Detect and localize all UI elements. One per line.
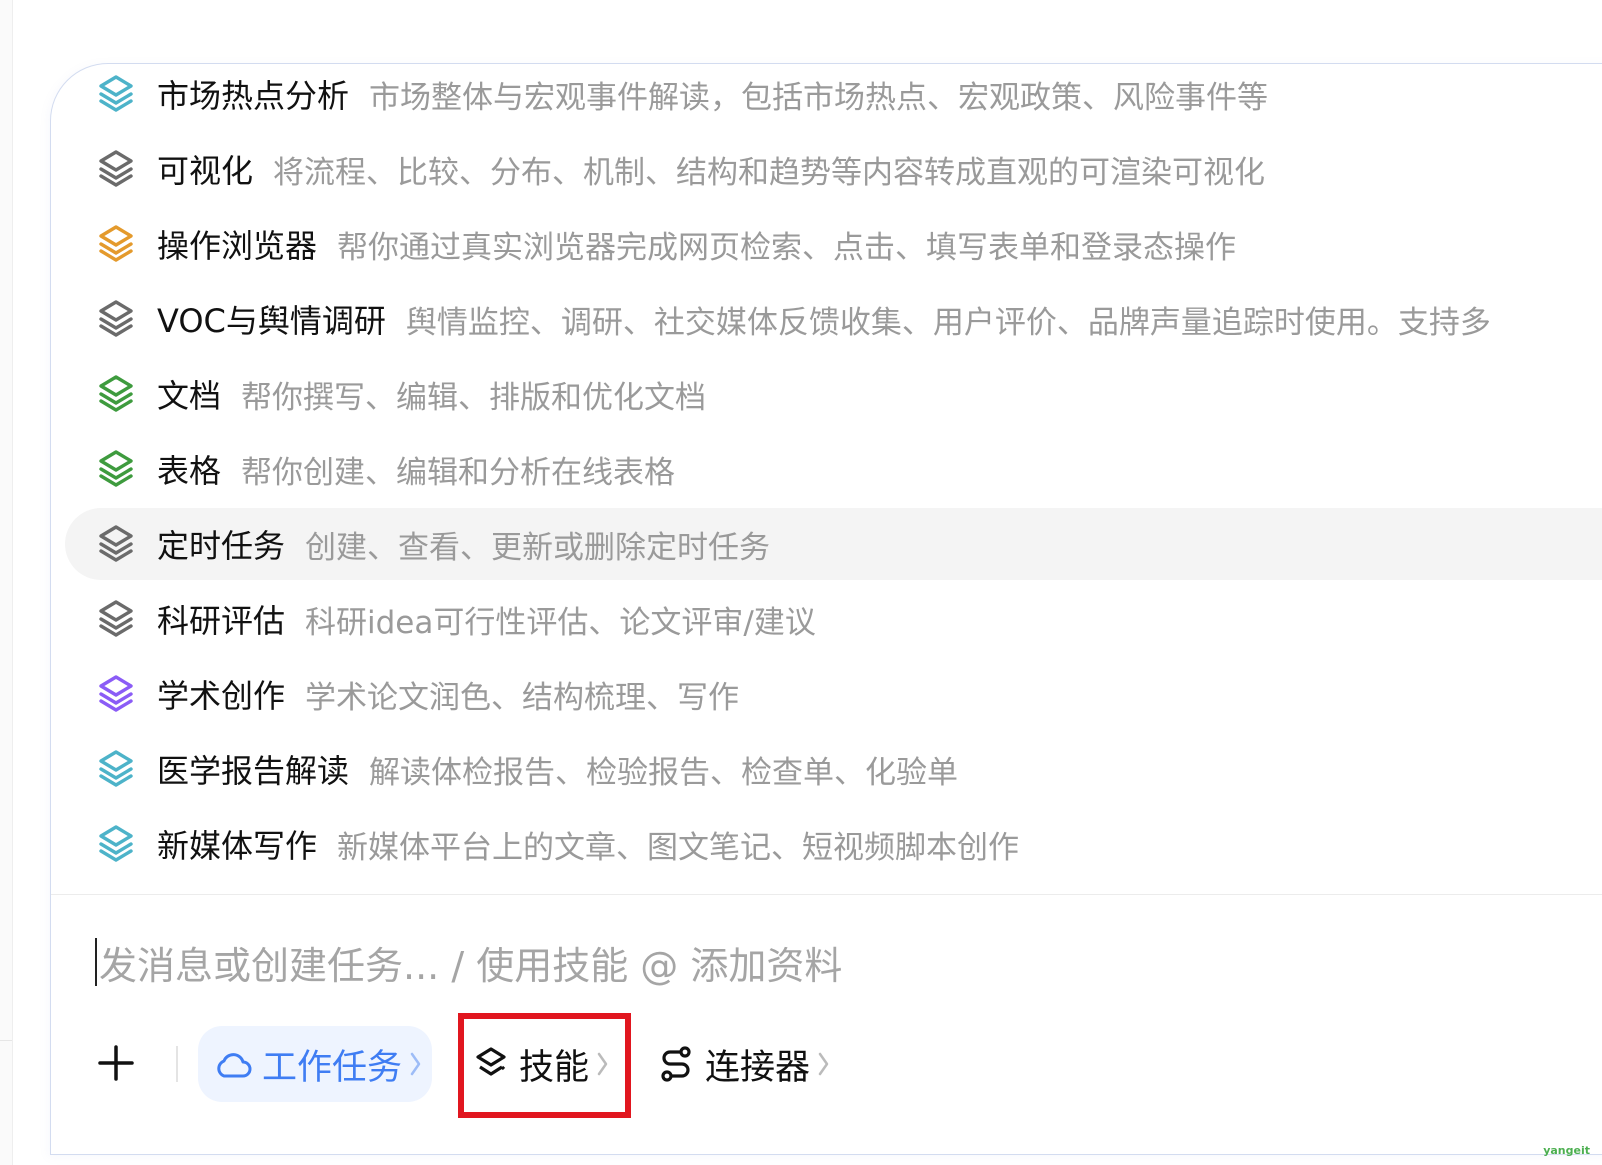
skill-description: 将流程、比较、分布、机制、结构和趋势等内容转成直观的可渲染可视化: [273, 154, 1266, 191]
skill-item[interactable]: 可视化 将流程、比较、分布、机制、结构和趋势等内容转成直观的可渲染可视化: [65, 133, 1602, 205]
layers-icon: [95, 598, 137, 640]
sidebar-divider: [0, 1040, 12, 1041]
layers-icon: [95, 148, 137, 190]
message-input[interactable]: 发消息或创建任务... / 使用技能 @ 添加资料: [95, 934, 842, 990]
layers-icon: [95, 373, 137, 415]
skill-description: 新媒体平台上的文章、图文笔记、短视频脚本创作: [337, 829, 1020, 866]
skill-name: VOC与舆情调研: [157, 302, 386, 340]
layers-icon: [95, 823, 137, 865]
left-sidebar-edge: [0, 0, 13, 1165]
layers-icon: [95, 673, 137, 715]
skill-item[interactable]: 表格 帮你创建、编辑和分析在线表格: [65, 433, 1602, 505]
plus-icon: [98, 1045, 134, 1081]
skill-name: 学术创作: [157, 677, 286, 715]
skill-description: 科研idea可行性评估、论文评审/建议: [305, 604, 816, 641]
work-task-button[interactable]: 工作任务: [198, 1026, 432, 1102]
skill-description: 帮你撰写、编辑、排版和优化文档: [241, 379, 707, 416]
text-caret: [95, 938, 97, 986]
skills-button[interactable]: 技能: [469, 1031, 624, 1097]
cloud-icon: [217, 1053, 252, 1078]
layers-icon: [95, 523, 137, 565]
watermark: yangeit: [1543, 1144, 1590, 1157]
chat-composer-panel: 市场热点分析 市场整体与宏观事件解读，包括市场热点、宏观政策、风险事件等可视化 将流…: [50, 63, 1602, 1155]
chevron-right-icon: [818, 1051, 830, 1077]
add-attachment-button[interactable]: [91, 1038, 141, 1088]
skill-name: 定时任务: [157, 527, 286, 565]
chevron-right-icon: [597, 1051, 609, 1077]
layers-icon: [95, 298, 137, 340]
skill-name: 新媒体写作: [157, 827, 318, 865]
connector-button[interactable]: 连接器: [659, 1031, 834, 1097]
layers-icon: [476, 1047, 506, 1076]
skill-item[interactable]: VOC与舆情调研 舆情监控、调研、社交媒体反馈收集、用户评价、品牌声量追踪时使用。…: [65, 283, 1602, 355]
connector-icon: [661, 1046, 691, 1082]
composer-toolbar: 工作任务 技能 连接器: [51, 1013, 1602, 1118]
toolbar-separator: [176, 1046, 178, 1082]
menu-divider: [51, 894, 1602, 895]
skill-description: 帮你通过真实浏览器完成网页检索、点击、填写表单和登录态操作: [337, 229, 1237, 266]
skill-description: 舆情监控、调研、社交媒体反馈收集、用户评价、品牌声量追踪时使用。支持多: [405, 304, 1491, 341]
skill-item[interactable]: 市场热点分析 市场整体与宏观事件解读，包括市场热点、宏观政策、风险事件等: [65, 58, 1602, 130]
layers-icon: [95, 223, 137, 265]
skill-item[interactable]: 学术创作 学术论文润色、结构梳理、写作: [65, 658, 1602, 730]
skill-name: 文档: [157, 377, 222, 415]
layers-icon: [95, 448, 137, 490]
layers-icon: [95, 73, 137, 115]
skill-name: 可视化: [157, 152, 254, 190]
skill-description: 学术论文润色、结构梳理、写作: [305, 679, 740, 716]
skill-item[interactable]: 新媒体写作 新媒体平台上的文章、图文笔记、短视频脚本创作: [65, 808, 1602, 880]
skill-name: 市场热点分析: [157, 77, 350, 115]
skills-label: 技能: [519, 1047, 590, 1088]
skill-name: 表格: [157, 452, 222, 490]
skill-item[interactable]: 定时任务 创建、查看、更新或删除定时任务: [65, 508, 1602, 580]
chevron-right-icon: [410, 1051, 422, 1077]
skill-description: 创建、查看、更新或删除定时任务: [305, 529, 771, 566]
skill-item[interactable]: 科研评估 科研idea可行性评估、论文评审/建议: [65, 583, 1602, 655]
skill-item[interactable]: 操作浏览器 帮你通过真实浏览器完成网页检索、点击、填写表单和登录态操作: [65, 208, 1602, 280]
message-input-placeholder: 发消息或创建任务... / 使用技能 @ 添加资料: [99, 943, 843, 988]
skill-description: 帮你创建、编辑和分析在线表格: [241, 454, 676, 491]
skill-name: 操作浏览器: [157, 227, 318, 265]
work-task-label: 工作任务: [262, 1047, 403, 1088]
connector-label: 连接器: [705, 1047, 811, 1088]
skill-name: 医学报告解读: [157, 752, 350, 790]
skill-description: 市场整体与宏观事件解读，包括市场热点、宏观政策、风险事件等: [369, 79, 1269, 116]
skill-description: 解读体检报告、检验报告、检查单、化验单: [369, 754, 959, 791]
layers-icon: [95, 748, 137, 790]
skill-name: 科研评估: [157, 602, 286, 640]
skill-item[interactable]: 文档 帮你撰写、编辑、排版和优化文档: [65, 358, 1602, 430]
skill-item[interactable]: 医学报告解读 解读体检报告、检验报告、检查单、化验单: [65, 733, 1602, 805]
